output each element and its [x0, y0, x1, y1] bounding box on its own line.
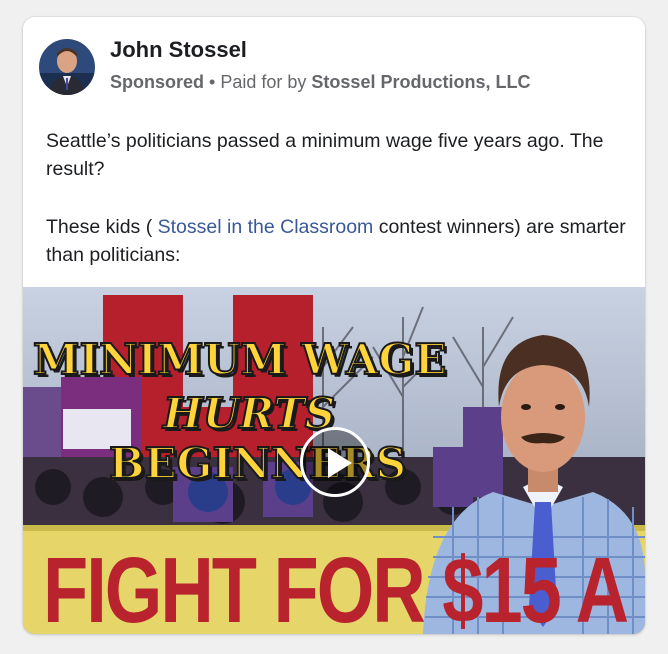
author-name[interactable]: John Stossel	[110, 37, 247, 63]
sponsored-label: Sponsored	[110, 72, 205, 92]
ad-post-card: John Stossel Sponsored • Paid for by Sto…	[23, 17, 645, 634]
paragraph-2-start: These kids (	[46, 216, 158, 238]
paid-for-label: Paid for by	[220, 72, 307, 92]
video-thumbnail[interactable]: FIGHT FOR $15 A MINIMUM WAGE HURTS BEGIN…	[23, 287, 645, 634]
headline-line-1: MINIMUM WAGE	[32, 334, 447, 385]
classroom-link[interactable]: Stossel in the Classroom	[158, 216, 374, 238]
avatar[interactable]	[39, 39, 95, 95]
sponsor-name[interactable]: Stossel Productions, LLC	[311, 72, 530, 92]
meta-separator: •	[209, 72, 216, 92]
play-button[interactable]	[300, 427, 370, 497]
post-text: Seattle’s politicians passed a minimum w…	[46, 127, 631, 299]
post-paragraph-1: Seattle’s politicians passed a minimum w…	[46, 130, 604, 180]
post-paragraph-2: These kids ( Stossel in the Classroom co…	[46, 213, 631, 269]
headline-line-2: HURTS	[162, 388, 336, 439]
play-icon	[328, 448, 352, 478]
post-meta: Sponsored • Paid for by Stossel Producti…	[110, 72, 530, 93]
